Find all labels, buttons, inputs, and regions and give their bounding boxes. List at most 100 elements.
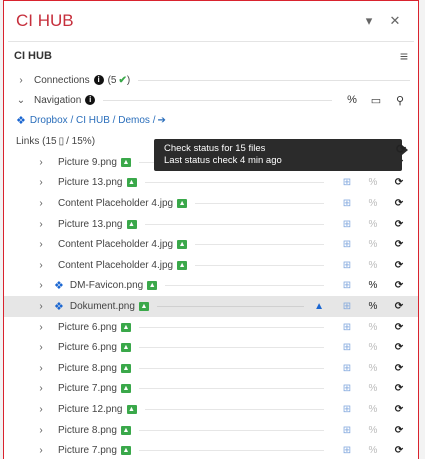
link-icon[interactable]: % xyxy=(360,425,386,436)
refresh-icon[interactable]: ⟳ xyxy=(386,342,412,353)
place-icon[interactable]: ⊞ xyxy=(334,425,360,436)
link-icon[interactable]: % xyxy=(360,198,386,209)
connections-section[interactable]: › Connections i (5 ✔ ) xyxy=(4,70,418,90)
file-name[interactable]: Picture 7.png xyxy=(58,383,117,394)
refresh-icon[interactable]: ⟳ xyxy=(386,219,412,230)
chevron-right-icon[interactable]: › xyxy=(34,445,48,456)
place-icon[interactable]: ⊞ xyxy=(334,219,360,230)
file-row[interactable]: › ❖ Dokument.png ▲ ▲ ⊞% ⟳ xyxy=(4,296,418,317)
link-icon[interactable]: % xyxy=(360,177,386,188)
hamburger-icon[interactable]: ≡ xyxy=(400,48,408,64)
refresh-icon[interactable]: ⟳ xyxy=(386,260,412,271)
file-row[interactable]: › Content Placeholder 4.jpg ▲ ⊞% ⟳ xyxy=(4,193,418,214)
file-row[interactable]: › Picture 13.png ▲ ⊞% ⟳ xyxy=(4,214,418,235)
link-icon[interactable]: % xyxy=(360,260,386,271)
place-icon[interactable]: ⊞ xyxy=(334,239,360,250)
place-icon[interactable]: ⊞ xyxy=(334,280,360,291)
refresh-icon[interactable]: ⟳ xyxy=(386,177,412,188)
info-icon[interactable]: i xyxy=(93,75,104,85)
chevron-right-icon[interactable]: › xyxy=(34,322,48,333)
refresh-icon[interactable]: ⟳ xyxy=(386,363,412,374)
file-row[interactable]: › Content Placeholder 4.jpg ▲ ⊞% ⟳ xyxy=(4,255,418,276)
file-name[interactable]: Picture 8.png xyxy=(58,425,117,436)
place-icon[interactable]: ⊞ xyxy=(334,445,360,456)
link-icon[interactable]: % xyxy=(360,239,386,250)
refresh-icon[interactable]: ⟳ xyxy=(386,425,412,436)
refresh-icon[interactable]: ⟳ xyxy=(386,445,412,456)
link-icon[interactable]: % xyxy=(340,94,364,107)
place-icon[interactable]: ⊞ xyxy=(334,322,360,333)
place-icon[interactable]: ⊞ xyxy=(334,404,360,415)
chevron-down-icon[interactable]: ▾ xyxy=(356,13,382,29)
link-icon[interactable]: % xyxy=(360,280,386,291)
file-name[interactable]: Picture 7.png xyxy=(58,445,117,456)
file-name[interactable]: DM-Favicon.png xyxy=(70,280,143,291)
file-row[interactable]: › Content Placeholder 4.jpg ▲ ⊞% ⟳ xyxy=(4,234,418,255)
refresh-icon[interactable]: ⟳ xyxy=(386,280,412,291)
file-name[interactable]: Picture 13.png xyxy=(58,219,123,230)
place-icon[interactable]: ⊞ xyxy=(334,301,360,312)
refresh-icon[interactable]: ⟳ xyxy=(386,383,412,394)
file-name[interactable]: Picture 6.png xyxy=(58,342,117,353)
file-name[interactable]: Picture 9.png xyxy=(58,157,117,168)
refresh-icon[interactable]: ⟳ xyxy=(386,322,412,333)
refresh-icon[interactable]: ⟳ xyxy=(386,198,412,209)
file-row[interactable]: › Picture 6.png ▲ ⊞% ⟳ xyxy=(4,317,418,338)
chevron-right-icon[interactable]: › xyxy=(34,157,48,168)
link-icon[interactable]: % xyxy=(360,445,386,456)
refresh-icon[interactable]: ⟳ xyxy=(386,404,412,415)
chevron-right-icon[interactable]: › xyxy=(34,383,48,394)
folder-icon[interactable]: ▭ xyxy=(364,94,388,107)
chevron-right-icon[interactable]: › xyxy=(34,239,48,250)
refresh-icon[interactable]: ⟳ xyxy=(386,239,412,250)
file-row[interactable]: › Picture 13.png ▲ ⊞% ⟳ xyxy=(4,173,418,194)
place-icon[interactable]: ⊞ xyxy=(334,177,360,188)
place-icon[interactable]: ⊞ xyxy=(334,198,360,209)
place-icon[interactable]: ⊞ xyxy=(334,383,360,394)
link-icon[interactable]: % xyxy=(360,342,386,353)
place-icon[interactable]: ⊞ xyxy=(334,260,360,271)
chevron-right-icon[interactable]: › xyxy=(34,342,48,353)
navigation-section[interactable]: ⌄ Navigation i % ▭ ⚲ xyxy=(4,90,418,110)
link-icon[interactable]: % xyxy=(360,219,386,230)
file-name[interactable]: Content Placeholder 4.jpg xyxy=(58,260,173,271)
refresh-icon[interactable]: ⟳ xyxy=(386,301,412,312)
file-row[interactable]: › ❖ DM-Favicon.png ▲ ⊞% ⟳ xyxy=(4,276,418,297)
file-name[interactable]: Dokument.png xyxy=(70,301,135,312)
link-icon[interactable]: % xyxy=(360,383,386,394)
link-icon[interactable]: % xyxy=(360,404,386,415)
breadcrumb-path[interactable]: Dropbox / CI HUB / Demos / xyxy=(30,115,156,126)
file-name[interactable]: Picture 13.png xyxy=(58,177,123,188)
chevron-right-icon[interactable]: › xyxy=(34,301,48,312)
arrow-right-icon[interactable]: ➔ xyxy=(157,115,165,126)
breadcrumb[interactable]: ❖ Dropbox / CI HUB / Demos / ➔ xyxy=(4,110,418,130)
file-name[interactable]: Picture 12.png xyxy=(58,404,123,415)
chevron-right-icon[interactable]: › xyxy=(34,404,48,415)
chevron-right-icon[interactable]: › xyxy=(34,280,48,291)
chevron-right-icon[interactable]: › xyxy=(34,363,48,374)
file-row[interactable]: › Picture 12.png ▲ ⊞% ⟳ xyxy=(4,399,418,420)
file-name[interactable]: Picture 6.png xyxy=(58,322,117,333)
file-row[interactable]: › Picture 6.png ▲ ⊞% ⟳ xyxy=(4,337,418,358)
file-row[interactable]: › Picture 7.png ▲ ⊞% ⟳ xyxy=(4,440,418,459)
file-name[interactable]: Content Placeholder 4.jpg xyxy=(58,239,173,250)
file-row[interactable]: › Picture 8.png ▲ ⊞% ⟳ xyxy=(4,358,418,379)
refresh-all-icon[interactable]: ⟳ xyxy=(396,142,406,156)
info-icon[interactable]: i xyxy=(85,95,96,105)
chevron-right-icon[interactable]: › xyxy=(34,260,48,271)
chevron-down-icon[interactable]: ⌄ xyxy=(12,95,30,106)
place-icon[interactable]: ⊞ xyxy=(334,363,360,374)
file-name[interactable]: Content Placeholder 4.jpg xyxy=(58,198,173,209)
chevron-right-icon[interactable]: › xyxy=(34,425,48,436)
place-icon[interactable]: ⊞ xyxy=(334,342,360,353)
search-icon[interactable]: ⚲ xyxy=(388,94,412,107)
file-row[interactable]: › Picture 7.png ▲ ⊞% ⟳ xyxy=(4,379,418,400)
file-name[interactable]: Picture 8.png xyxy=(58,363,117,374)
chevron-right-icon[interactable]: › xyxy=(34,219,48,230)
link-icon[interactable]: % xyxy=(360,363,386,374)
chevron-right-icon[interactable]: › xyxy=(34,177,48,188)
warning-icon[interactable]: ▲ xyxy=(314,301,324,312)
chevron-right-icon[interactable]: › xyxy=(34,198,48,209)
link-icon[interactable]: % xyxy=(360,301,386,312)
file-row[interactable]: › Picture 8.png ▲ ⊞% ⟳ xyxy=(4,420,418,441)
